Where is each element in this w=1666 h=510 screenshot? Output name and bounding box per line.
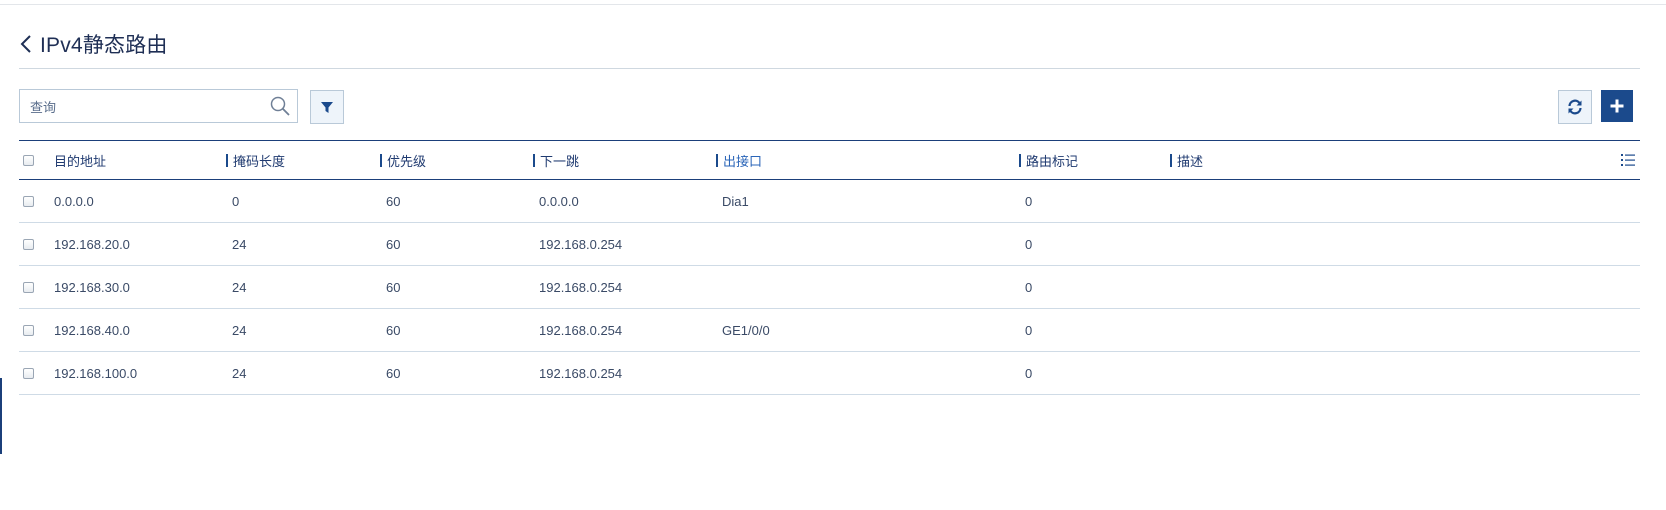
cell-iface: GE1/0/0	[722, 322, 770, 338]
column-label: 优先级	[387, 153, 427, 169]
cell-priority: 60	[386, 236, 401, 252]
cell-iface: Dia1	[722, 193, 749, 209]
search-input[interactable]	[28, 90, 272, 124]
column-header-mask[interactable]: 掩码长度	[226, 141, 285, 179]
table-row[interactable]: 192.168.30.0 24 60 192.168.0.254 0	[19, 266, 1640, 309]
column-resize-handle[interactable]	[716, 153, 718, 167]
column-header-dest[interactable]: 目的地址	[54, 141, 106, 179]
cell-dest: 192.168.30.0	[54, 279, 130, 295]
chevron-left-icon[interactable]	[20, 33, 36, 55]
column-resize-handle[interactable]	[533, 153, 535, 167]
funnel-icon	[321, 102, 333, 113]
top-border	[0, 4, 1666, 5]
column-resize-handle[interactable]	[1170, 153, 1172, 167]
column-label: 描述	[1177, 153, 1204, 169]
column-header-iface[interactable]: 出接口	[716, 141, 762, 179]
column-resize-handle[interactable]	[1019, 153, 1021, 167]
cell-nexthop: 192.168.0.254	[539, 279, 623, 295]
table-row[interactable]: 0.0.0.0 0 60 0.0.0.0 Dia1 0	[19, 180, 1640, 223]
cell-dest: 192.168.100.0	[54, 365, 138, 381]
column-header-priority[interactable]: 优先级	[380, 141, 426, 179]
cell-mask: 24	[232, 365, 247, 381]
column-header-desc[interactable]: 描述	[1170, 141, 1203, 179]
cell-mask: 0	[232, 193, 240, 209]
select-all-checkbox[interactable]	[23, 154, 34, 166]
search-icon[interactable]	[269, 95, 291, 117]
table-row[interactable]: 192.168.40.0 24 60 192.168.0.254 GE1/0/0…	[19, 309, 1640, 352]
column-resize-handle[interactable]	[226, 153, 228, 167]
filter-button[interactable]	[310, 90, 344, 124]
cell-mask: 24	[232, 279, 247, 295]
column-label: 出接口	[723, 153, 763, 169]
column-label: 路由标记	[1026, 153, 1079, 169]
cell-dest: 192.168.40.0	[54, 322, 130, 338]
column-header-nexthop[interactable]: 下一跳	[533, 141, 579, 179]
column-label: 目的地址	[54, 153, 107, 169]
refresh-button[interactable]	[1558, 90, 1592, 124]
cell-nexthop: 0.0.0.0	[539, 193, 579, 209]
table-row[interactable]: 192.168.20.0 24 60 192.168.0.254 0	[19, 223, 1640, 266]
header-checkbox-cell	[23, 141, 34, 179]
cell-tag: 0	[1025, 365, 1033, 381]
cell-tag: 0	[1025, 193, 1033, 209]
column-header-tag[interactable]: 路由标记	[1019, 141, 1078, 179]
row-checkbox[interactable]	[23, 324, 34, 336]
add-route-button[interactable]	[1601, 90, 1633, 122]
search-box	[19, 89, 298, 124]
row-checkbox[interactable]	[23, 367, 34, 379]
cell-priority: 60	[386, 279, 401, 295]
row-checkbox[interactable]	[23, 281, 34, 293]
header-divider	[19, 68, 1640, 69]
cell-nexthop: 192.168.0.254	[539, 365, 623, 381]
page-title: IPv4静态路由	[40, 34, 168, 57]
cell-dest: 0.0.0.0	[54, 193, 94, 209]
cell-mask: 24	[232, 322, 247, 338]
cell-tag: 0	[1025, 322, 1033, 338]
table-row[interactable]: 192.168.100.0 24 60 192.168.0.254 0	[19, 352, 1640, 395]
cell-priority: 60	[386, 365, 401, 381]
column-label: 下一跳	[540, 153, 580, 169]
page-header: IPv4静态路由	[20, 28, 168, 60]
cell-nexthop: 192.168.0.254	[539, 322, 623, 338]
column-settings-list-icon[interactable]	[1620, 152, 1636, 168]
cell-nexthop: 192.168.0.254	[539, 236, 623, 252]
cell-priority: 60	[386, 322, 401, 338]
cell-tag: 0	[1025, 279, 1033, 295]
cell-dest: 192.168.20.0	[54, 236, 130, 252]
left-edge-tab[interactable]	[0, 378, 2, 454]
plus-icon	[1610, 99, 1624, 113]
route-table: 目的地址 掩码长度 优先级 下一跳 出接口 路由标记 描述 0.0.0.0 0 …	[19, 140, 1640, 395]
column-label: 掩码长度	[233, 153, 286, 169]
table-header: 目的地址 掩码长度 优先级 下一跳 出接口 路由标记 描述	[19, 140, 1640, 180]
row-checkbox[interactable]	[23, 195, 34, 207]
refresh-icon	[1568, 99, 1582, 115]
column-resize-handle[interactable]	[380, 153, 382, 167]
cell-tag: 0	[1025, 236, 1033, 252]
row-checkbox[interactable]	[23, 238, 34, 250]
cell-mask: 24	[232, 236, 247, 252]
cell-priority: 60	[386, 193, 401, 209]
